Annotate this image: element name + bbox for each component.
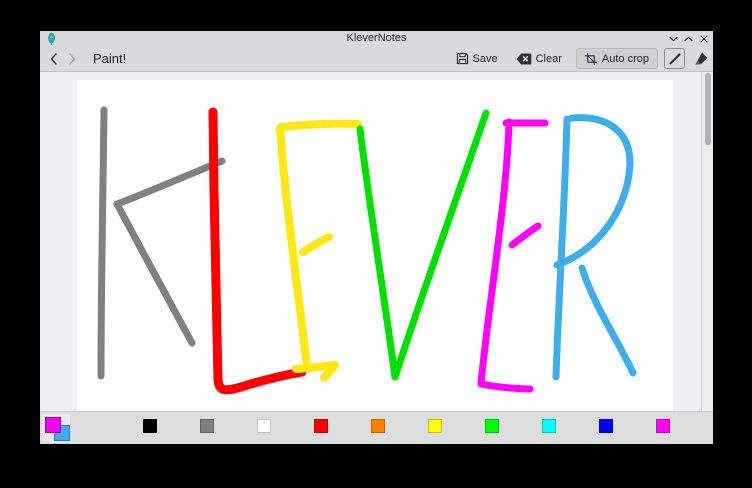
page-title: Paint! [93, 51, 126, 66]
drawing-strokes [77, 80, 673, 411]
color-swatch-cyan[interactable] [542, 419, 556, 433]
autocrop-label: Auto crop [602, 53, 649, 65]
pen-tool-button[interactable] [664, 48, 685, 69]
chevron-down-icon [669, 35, 678, 43]
scrollbar-thumb[interactable] [705, 73, 711, 145]
clear-label: Clear [536, 53, 562, 65]
eraser-icon [694, 51, 709, 66]
stroke-letter-E-magenta [481, 122, 509, 384]
primary-color-swatch [45, 417, 61, 433]
klevernotes-window: KleverNotes [40, 31, 713, 444]
minimize-button[interactable] [666, 31, 681, 46]
backspace-clear-icon [516, 53, 532, 65]
stroke-letter-R [582, 268, 633, 373]
maximize-button[interactable] [681, 31, 696, 46]
stroke-letter-E-yellow [303, 237, 329, 252]
stroke-letter-V [360, 129, 395, 377]
clear-button[interactable]: Clear [516, 53, 562, 65]
stroke-letter-K [101, 110, 104, 376]
color-swatch-gray[interactable] [200, 419, 214, 433]
color-palette-bar [40, 411, 713, 444]
eraser-tool-button[interactable] [692, 48, 710, 69]
stroke-letter-K [117, 161, 222, 204]
vertical-scrollbar[interactable] [701, 72, 713, 411]
chevron-left-icon [49, 52, 59, 66]
chevron-up-icon [684, 35, 693, 43]
back-button[interactable] [45, 49, 63, 69]
forward-button[interactable] [63, 49, 81, 69]
toolbar: Paint! Save Clear [40, 46, 713, 72]
toolbar-actions: Save Clear Auto crop [456, 48, 710, 69]
color-swatch-black[interactable] [143, 419, 157, 433]
stroke-letter-R [556, 119, 567, 377]
color-swatch-red[interactable] [314, 419, 328, 433]
save-button[interactable]: Save [456, 52, 498, 65]
window-title: KleverNotes [40, 32, 713, 44]
crop-icon [585, 53, 597, 65]
window-controls [666, 31, 711, 46]
pen-icon [668, 52, 682, 66]
stroke-letter-L [213, 112, 302, 390]
stroke-letter-V [395, 113, 486, 377]
close-button[interactable] [696, 31, 711, 46]
color-swatch-white[interactable] [257, 419, 271, 433]
canvas-area [40, 72, 713, 411]
color-swatch-magenta[interactable] [656, 419, 670, 433]
chevron-right-icon [67, 52, 77, 66]
titlebar[interactable]: KleverNotes [40, 31, 713, 46]
autocrop-button[interactable]: Auto crop [576, 48, 658, 69]
stroke-letter-E-magenta [512, 226, 538, 245]
desktop-background: KleverNotes [0, 0, 752, 488]
color-swatch-green[interactable] [485, 419, 499, 433]
save-label: Save [473, 53, 498, 65]
color-swatch-orange[interactable] [371, 419, 385, 433]
drawing-canvas[interactable] [77, 80, 673, 411]
stroke-letter-E-magenta [481, 384, 530, 389]
color-swatch-yellow[interactable] [428, 419, 442, 433]
color-swatch-blue[interactable] [599, 419, 613, 433]
close-icon [700, 35, 708, 43]
current-color-indicator[interactable] [42, 414, 70, 442]
stroke-letter-K [117, 204, 192, 343]
stroke-letter-E-yellow [281, 124, 358, 127]
floppy-disk-icon [456, 52, 469, 65]
